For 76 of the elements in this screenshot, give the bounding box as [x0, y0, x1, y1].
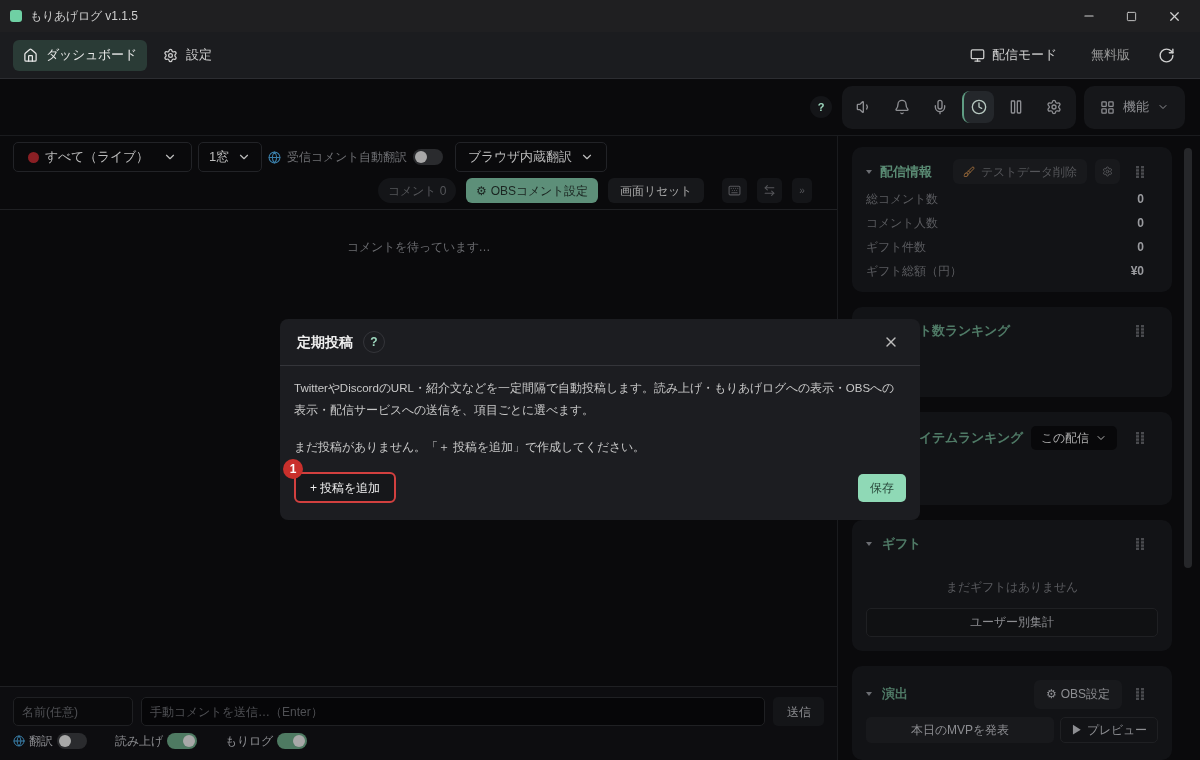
- home-icon: [23, 47, 38, 63]
- plan-label: 無料版: [1091, 46, 1130, 65]
- swap-icon: [763, 184, 776, 197]
- settings-icon: [1102, 166, 1113, 177]
- collapse-caret-icon[interactable]: [866, 692, 872, 696]
- collapse-caret-icon[interactable]: [866, 541, 872, 546]
- keyboard-icon: [728, 184, 741, 197]
- pause-icon: [1008, 99, 1024, 115]
- stat-value: 0: [1137, 239, 1144, 256]
- stat-label: ギフト総額（円）: [866, 263, 962, 280]
- dialog-description: TwitterやDiscordのURL・紹介文などを一定間隔で自動投稿します。読み上げ・もりあげログへの表示・OBSへの表示・配信サービスへの送信を、項目ごとに選べます。: [294, 381, 896, 418]
- translator-select[interactable]: ブラウザ内蔵翻訳: [455, 142, 608, 172]
- window-title: もりあげログ v1.1.5: [30, 8, 139, 25]
- preview-button[interactable]: ▶ プレビュー: [1060, 716, 1158, 743]
- stream-mode-button[interactable]: 配信モード: [964, 45, 1063, 65]
- globe-icon: [13, 735, 25, 747]
- card-title: イテムランキング: [919, 429, 1023, 448]
- stat-value: 0: [1137, 215, 1144, 232]
- add-post-button[interactable]: + 投稿を追加: [294, 472, 397, 504]
- toggle-switch[interactable]: [277, 733, 307, 749]
- toggle-switch[interactable]: [57, 733, 87, 749]
- grid-icon: [1100, 99, 1115, 115]
- screen-reset-button[interactable]: 画面リセット: [608, 178, 704, 203]
- stat-label: 総コメント数: [866, 191, 938, 208]
- announce-mvp-button[interactable]: 本日のMVPを発表: [866, 716, 1054, 743]
- drag-handle-icon[interactable]: [1136, 688, 1144, 700]
- collapse-caret-icon[interactable]: [866, 169, 872, 174]
- toggle-label: 翻訳: [29, 733, 53, 750]
- dialog-title: 定期投稿: [297, 332, 353, 352]
- annotation-badge: 1: [283, 459, 303, 480]
- globe-icon: [268, 150, 282, 164]
- settings-icon: [1046, 99, 1062, 115]
- clock-icon: [971, 99, 987, 115]
- drag-handle-icon[interactable]: [1136, 537, 1144, 550]
- stat-value: ¥0: [1130, 263, 1144, 280]
- send-button[interactable]: 送信: [773, 697, 824, 726]
- card-title: 演出: [882, 685, 908, 704]
- window-count-select[interactable]: 1窓: [198, 142, 263, 172]
- nav-tab[interactable]: 設定: [153, 39, 222, 71]
- source-select[interactable]: すべて（ライブ）: [13, 142, 192, 172]
- broom-icon: [963, 165, 975, 178]
- app-logo-icon: [10, 10, 22, 22]
- stat-value: 0: [1137, 191, 1144, 208]
- card-title: ト数ランキング: [919, 322, 1010, 340]
- microphone-icon: [932, 99, 948, 115]
- clock-button[interactable]: [962, 91, 994, 123]
- obs-comment-settings-button[interactable]: ⚙ OBSコメント設定: [466, 178, 598, 203]
- obs-settings-button[interactable]: ⚙ OBS設定: [1034, 679, 1122, 709]
- features-button[interactable]: 機能: [1084, 85, 1185, 129]
- auto-translate-label: 受信コメント自動翻訳: [287, 149, 408, 166]
- card-title: 配信情報: [880, 162, 932, 181]
- settings-icon: [163, 47, 178, 63]
- empty-gifts-message: まだギフトはありません: [945, 578, 1079, 596]
- drag-handle-icon[interactable]: [1136, 324, 1144, 337]
- maximize-icon[interactable]: [1126, 10, 1137, 22]
- save-button[interactable]: 保存: [858, 473, 906, 502]
- toggle-switch[interactable]: [413, 149, 444, 165]
- per-user-totals-button[interactable]: ユーザー別集計: [866, 607, 1158, 637]
- comment-field[interactable]: 手動コメントを送信…（Enter）: [141, 697, 765, 726]
- toggle-label: もりログ: [225, 733, 273, 750]
- nav-tab[interactable]: ダッシュボード: [13, 39, 147, 71]
- scope-select[interactable]: この配信: [1031, 426, 1117, 450]
- name-field[interactable]: 名前(任意): [13, 697, 133, 726]
- toggle-switch[interactable]: [167, 733, 197, 749]
- empty-comments-message: コメントを待っています…: [346, 239, 491, 256]
- help-button[interactable]: ?: [810, 96, 832, 118]
- stat-label: コメント人数: [866, 215, 938, 232]
- bell-icon: [894, 99, 910, 115]
- card-title: ギフト: [882, 535, 921, 553]
- monitor-icon: [970, 47, 985, 63]
- empty-posts-message: まだ投稿がありません。「＋ 投稿を追加」で作成してください。: [294, 440, 647, 455]
- drag-handle-icon[interactable]: [1136, 165, 1144, 178]
- refresh-icon[interactable]: [1158, 46, 1175, 64]
- stat-label: ギフト件数: [866, 239, 926, 256]
- toggle-label: 読み上げ: [115, 733, 163, 750]
- drag-handle-icon[interactable]: [1136, 432, 1144, 444]
